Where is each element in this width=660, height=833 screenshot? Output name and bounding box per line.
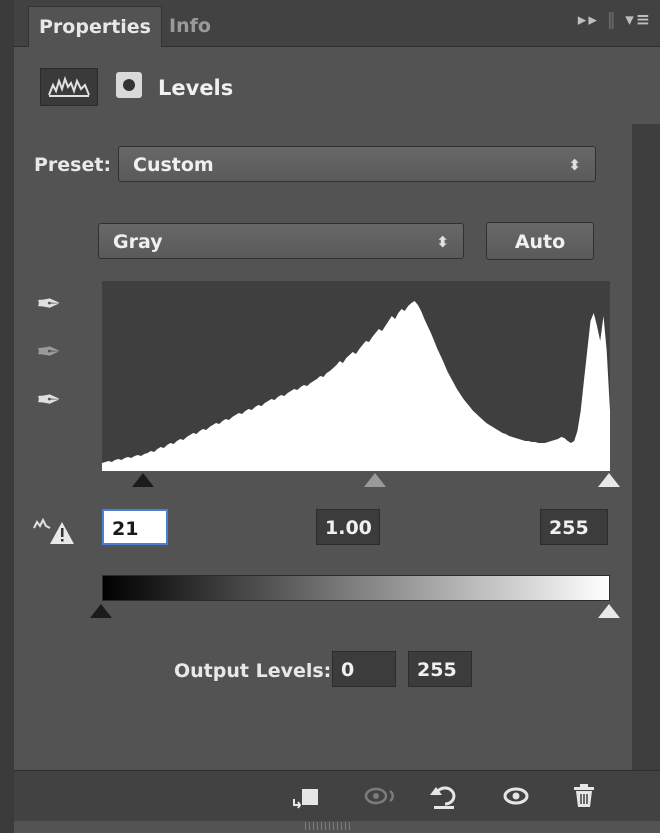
input-black-field[interactable]: 21 [102, 509, 168, 545]
input-black-slider[interactable] [132, 473, 154, 487]
levels-adjustment-icon[interactable] [40, 68, 98, 106]
trash-icon[interactable] [566, 781, 602, 811]
view-previous-state-icon[interactable] [362, 781, 398, 811]
visibility-eye-icon[interactable] [498, 781, 534, 811]
input-gamma-slider[interactable] [364, 473, 386, 487]
output-levels-label: Output Levels: [174, 660, 332, 682]
dropdown-arrows-icon: ⬍ [436, 233, 449, 251]
input-gamma-field[interactable]: 1.00 [316, 509, 380, 545]
output-white-field[interactable]: 255 [408, 651, 472, 687]
panel-resize-grip[interactable] [305, 822, 351, 830]
panel-menu-icon[interactable]: ▾≡ [625, 10, 652, 30]
white-point-eyedropper-icon[interactable]: ✒ [36, 386, 61, 416]
clip-to-layer-icon[interactable] [288, 781, 324, 811]
panel-scrollbar[interactable] [632, 124, 660, 770]
clipping-warning-icon[interactable] [32, 516, 76, 546]
properties-panel: Properties Info ▸▸ ‖ ▾≡ Levels Preset: C… [14, 0, 660, 833]
histogram-area [102, 301, 610, 471]
input-white-slider[interactable] [598, 473, 620, 487]
histogram-chart [102, 301, 610, 471]
auto-button[interactable]: Auto [486, 222, 594, 260]
input-white-field[interactable]: 255 [540, 509, 608, 545]
dropdown-arrows-icon: ⬍ [568, 156, 581, 174]
panel-tab-bar: Properties Info ▸▸ ‖ ▾≡ [14, 0, 660, 47]
tab-info[interactable]: Info [159, 6, 221, 46]
preset-value: Custom [133, 154, 214, 176]
layer-mask-icon[interactable] [116, 72, 142, 98]
output-black-slider[interactable] [90, 604, 112, 618]
preset-label: Preset: [34, 154, 112, 176]
tab-properties[interactable]: Properties [28, 6, 162, 47]
gray-point-eyedropper-icon[interactable]: ✒ [36, 338, 61, 368]
panel-controls: ▸▸ ‖ ▾≡ [577, 10, 652, 30]
adjustment-title: Levels [158, 76, 234, 100]
reset-icon[interactable] [426, 781, 462, 811]
output-white-slider[interactable] [598, 604, 620, 618]
black-point-eyedropper-icon[interactable]: ✒ [36, 290, 61, 320]
output-gradient-bar [102, 575, 610, 601]
histogram [102, 281, 610, 471]
collapse-panel-icon[interactable]: ▸▸ [578, 10, 599, 30]
preset-dropdown[interactable]: Custom ⬍ [118, 146, 596, 182]
channel-value: Gray [113, 231, 163, 253]
output-black-field[interactable]: 0 [332, 651, 396, 687]
bottom-toolbar [14, 770, 660, 821]
channel-dropdown[interactable]: Gray ⬍ [98, 223, 464, 259]
